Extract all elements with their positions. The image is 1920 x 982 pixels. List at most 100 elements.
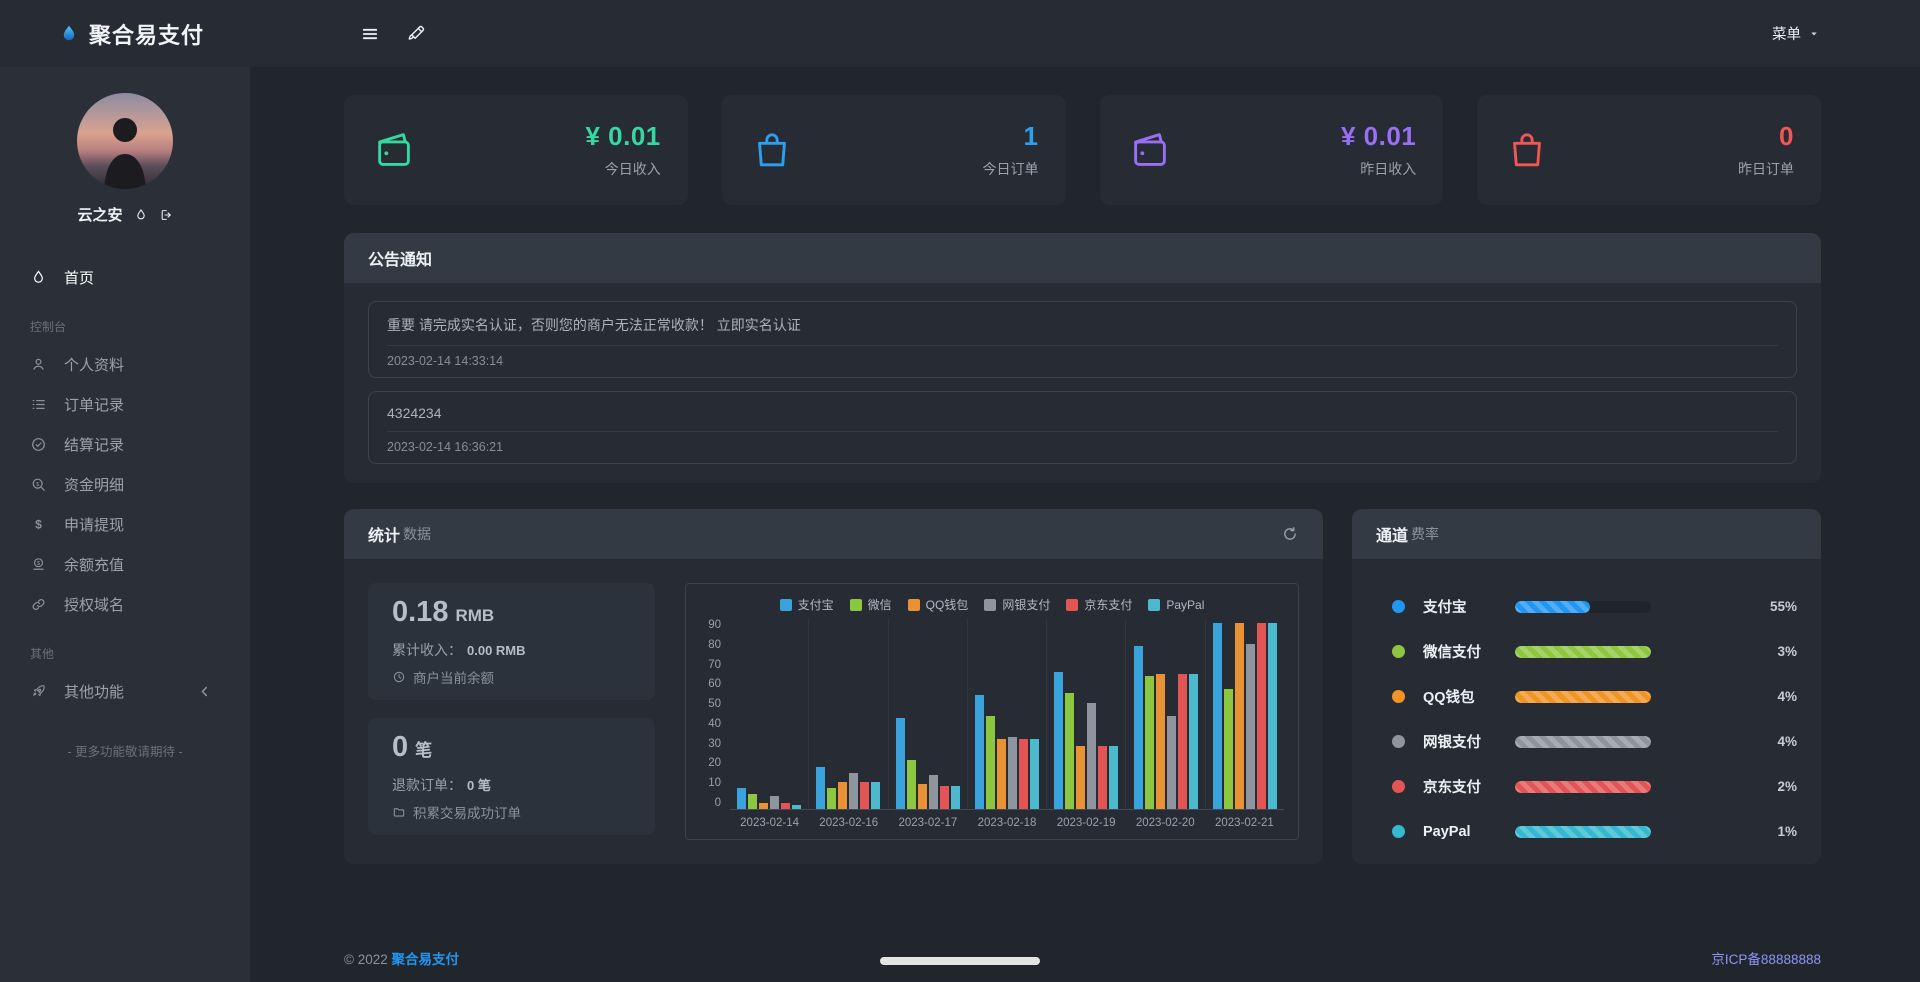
- stat-card-value: 1: [983, 121, 1039, 152]
- legend-label: 微信: [868, 596, 892, 613]
- channel-percent: 2%: [1777, 779, 1797, 794]
- channel-percent: 4%: [1777, 734, 1797, 749]
- rocket-icon: [30, 683, 47, 700]
- y-tick-label: 60: [708, 678, 721, 690]
- bag-icon: [1504, 127, 1550, 173]
- legend-swatch: [780, 599, 792, 611]
- stat-big-unit: RMB: [455, 606, 494, 625]
- sidebar-item-coin[interactable]: $余额充值: [0, 544, 250, 584]
- stat-big-value: 0笔: [392, 731, 631, 764]
- statistics-body: 0.18RMB累计收入：0.00 RMB商户当前余额0笔退款订单：0 笔积累交易…: [344, 559, 1323, 864]
- channel-progress-fill: [1515, 781, 1651, 793]
- logout-icon[interactable]: [159, 208, 173, 222]
- avatar: [77, 93, 173, 189]
- notice-panel: 公告通知 重要 请完成实名认证，否则您的商户无法正常收款！ 立即实名认证2023…: [344, 233, 1821, 483]
- chart-bar-group: [888, 619, 967, 809]
- legend-item[interactable]: PayPal: [1148, 596, 1204, 613]
- dollar-icon: $: [30, 516, 47, 533]
- navbar-left-actions: [250, 24, 426, 44]
- stat-card-value: ¥ 0.01: [1341, 121, 1416, 152]
- sidebar-item-link[interactable]: 授权域名: [0, 584, 250, 624]
- chart-bar: [1246, 644, 1255, 809]
- stat-sub: 积累交易成功订单: [392, 802, 631, 822]
- legend-item[interactable]: 微信: [850, 596, 892, 613]
- y-tick-label: 40: [708, 718, 721, 730]
- brand-droplet-icon: [58, 23, 80, 45]
- sidebar-item-user[interactable]: 个人资料: [0, 344, 250, 384]
- channel-rates-panel: 通道 费率 支付宝55%微信支付3%QQ钱包4%网银支付4%京东支付2%PayP…: [1352, 509, 1821, 864]
- x-axis-label: 2023-02-14: [730, 817, 809, 829]
- stat-card: 0昨日订单: [1477, 95, 1821, 205]
- chart-bar: [918, 784, 927, 809]
- channel-progress-track: [1515, 736, 1651, 748]
- refresh-icon[interactable]: [1281, 525, 1299, 543]
- chart-bar: [1008, 737, 1017, 809]
- sidebar: 云之安 首页控制台个人资料订单记录结算记录$资金明细$申请提现$余额充值授权域名…: [0, 67, 250, 982]
- notice-panel-header: 公告通知: [344, 233, 1821, 283]
- sidebar-item-search-dollar[interactable]: $资金明细: [0, 464, 250, 504]
- channel-name: 支付宝: [1423, 596, 1515, 617]
- channel-dot: [1392, 600, 1405, 613]
- channel-list: 支付宝55%微信支付3%QQ钱包4%网银支付4%京东支付2%PayPal1%: [1352, 559, 1821, 854]
- notice-item[interactable]: 43242342023-02-14 16:36:21: [368, 391, 1797, 464]
- menu-dropdown-label: 菜单: [1772, 23, 1801, 44]
- chart-bar: [940, 786, 949, 809]
- chart-bar-group: [1046, 619, 1125, 809]
- stat-big-number: 0: [392, 731, 408, 763]
- sidebar-item-rocket[interactable]: 其他功能: [0, 671, 250, 711]
- stat-card-text: 0昨日订单: [1738, 121, 1794, 179]
- footer-brand-link[interactable]: 聚合易支付: [392, 952, 460, 967]
- channel-row: 支付宝 55%: [1376, 584, 1797, 629]
- icp-license[interactable]: 京ICP备88888888: [1711, 948, 1821, 968]
- channel-progress-fill: [1515, 691, 1651, 703]
- sidebar-item-label: 订单记录: [64, 394, 124, 415]
- coin-icon: $: [30, 556, 47, 573]
- chart-bar-group: [730, 619, 808, 809]
- y-tick-label: 50: [708, 698, 721, 710]
- menu-dropdown[interactable]: 菜单: [1772, 23, 1920, 44]
- channel-dot: [1392, 645, 1405, 658]
- chart-bar: [1257, 623, 1266, 809]
- theme-droplet-icon[interactable]: [134, 208, 148, 222]
- hamburger-icon[interactable]: [360, 24, 380, 44]
- brush-icon[interactable]: [406, 24, 426, 44]
- legend-item[interactable]: 京东支付: [1066, 596, 1132, 613]
- sidebar-item-drop[interactable]: 首页: [0, 257, 250, 297]
- channel-row: 京东支付2%: [1376, 764, 1797, 809]
- chart-plot: 9080706050403020100 2023-02-142023-02-16…: [700, 619, 1284, 829]
- notice-item[interactable]: 重要 请完成实名认证，否则您的商户无法正常收款！ 立即实名认证2023-02-1…: [368, 301, 1797, 378]
- chart-bar: [929, 775, 938, 809]
- sidebar-item-dollar[interactable]: $申请提现: [0, 504, 250, 544]
- channel-dot: [1392, 735, 1405, 748]
- horizontal-scrollbar[interactable]: [880, 957, 1040, 965]
- channel-percent: 4%: [1777, 689, 1797, 704]
- svg-text:$: $: [35, 517, 42, 531]
- legend-item[interactable]: QQ钱包: [908, 596, 969, 613]
- folder-icon: [392, 805, 406, 819]
- x-axis-label: 2023-02-21: [1205, 817, 1284, 829]
- stat-box: 0笔退款订单：0 笔积累交易成功订单: [368, 718, 655, 835]
- sidebar-item-check-circle[interactable]: 结算记录: [0, 424, 250, 464]
- stat-cards-row: ¥ 0.01今日收入1今日订单¥ 0.01昨日收入0昨日订单: [344, 95, 1821, 205]
- channel-percent: 55%: [1770, 599, 1797, 614]
- legend-item[interactable]: 支付宝: [780, 596, 834, 613]
- legend-item[interactable]: 网银支付: [984, 596, 1050, 613]
- menu-section-label: 其他: [0, 624, 250, 671]
- chart-x-axis: 2023-02-142023-02-162023-02-172023-02-18…: [730, 817, 1284, 829]
- x-axis-label: 2023-02-18: [967, 817, 1046, 829]
- chart-bar: [838, 782, 847, 809]
- legend-swatch: [984, 599, 996, 611]
- legend-swatch: [1066, 599, 1078, 611]
- channel-row: PayPal1%: [1376, 809, 1797, 854]
- stat-card-text: 1今日订单: [983, 121, 1039, 179]
- brand-logo[interactable]: 聚合易支付: [0, 18, 250, 50]
- username: 云之安: [77, 204, 122, 225]
- stat-card-label: 今日收入: [585, 159, 660, 179]
- legend-label: 网银支付: [1002, 596, 1050, 613]
- sidebar-item-label: 结算记录: [64, 434, 124, 455]
- chart-bar-group: [808, 619, 887, 809]
- stat-summary-column: 0.18RMB累计收入：0.00 RMB商户当前余额0笔退款订单：0 笔积累交易…: [368, 583, 655, 840]
- chart-bar: [849, 773, 858, 809]
- sidebar-item-list[interactable]: 订单记录: [0, 384, 250, 424]
- channel-row: 微信支付3%: [1376, 629, 1797, 674]
